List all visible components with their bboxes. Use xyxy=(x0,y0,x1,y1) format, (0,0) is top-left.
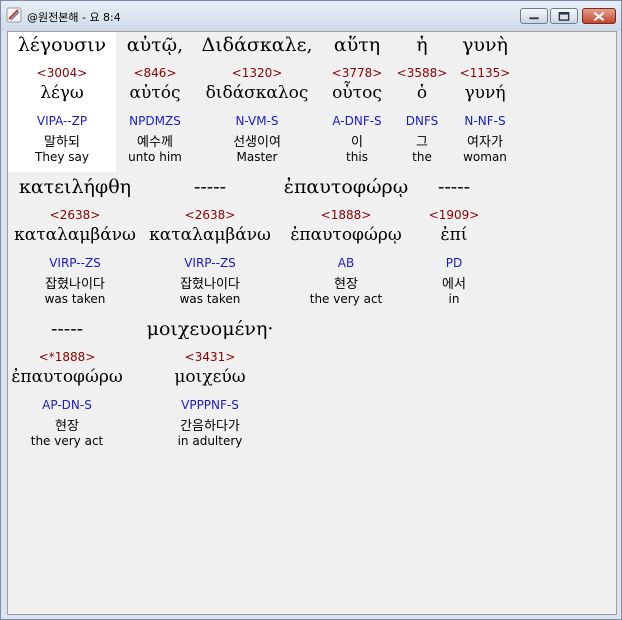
korean-gloss: 여자가 xyxy=(467,135,503,150)
word-block[interactable]: ἐπαυτοφώρῳ <1888> ἐπαυτοφώρῳ AB 현장 the v… xyxy=(278,174,414,314)
korean-gloss: 간음하다가 xyxy=(180,419,240,434)
greek-word: λέγουσιν xyxy=(17,34,107,56)
greek-word: Διδάσκαλε, xyxy=(201,34,313,56)
strongs-number: <3588> xyxy=(396,66,448,80)
strongs-number: <846> xyxy=(133,66,177,80)
lexical-form: γυνή xyxy=(464,83,506,103)
greek-word: ----- xyxy=(437,176,471,198)
strongs-number: <1888> xyxy=(320,208,372,222)
greek-word: μοιχευομένη· xyxy=(146,318,274,340)
word-block[interactable]: ----- <*1888> ἐπαυτοφώρω AP-DN-S 현장 the … xyxy=(8,316,126,456)
strongs-number: <1135> xyxy=(459,66,511,80)
korean-gloss: 현장 xyxy=(334,277,358,292)
strongs-number: <3004> xyxy=(36,66,88,80)
parsing-code: A-DNF-S xyxy=(332,114,382,128)
lexical-form: ἐπαυτοφώρω xyxy=(11,367,123,387)
word-block[interactable]: κατειλήφθη <2638> καταλαμβάνω VIRP--ZS 잡… xyxy=(8,174,142,314)
greek-word: κατειλήφθη xyxy=(18,176,132,198)
word-block[interactable]: ----- <1909> ἐπί PD 에서 in xyxy=(414,174,494,314)
greek-word: ἡ xyxy=(416,34,428,56)
word-block[interactable]: λέγουσιν <3004> λέγω VIPA--ZP 말하되 They s… xyxy=(8,32,116,172)
minimize-icon xyxy=(529,17,539,20)
english-gloss: Master xyxy=(236,150,278,164)
maximize-button[interactable] xyxy=(550,8,578,24)
parsing-code: VIRP--ZS xyxy=(184,256,236,270)
english-gloss: was taken xyxy=(44,292,106,306)
lexical-form: αὐτός xyxy=(129,83,181,103)
lexical-form: καταλαμβάνω xyxy=(14,225,136,245)
lexical-form: ὁ xyxy=(416,83,428,103)
lexical-form: καταλαμβάνω xyxy=(149,225,271,245)
parsing-code: VIRP--ZS xyxy=(49,256,101,270)
greek-word: αὕτη xyxy=(333,34,381,56)
korean-gloss: 그 xyxy=(416,135,428,150)
lexical-form: οὗτος xyxy=(332,83,382,103)
strongs-number: <1320> xyxy=(231,66,283,80)
english-gloss: woman xyxy=(463,150,507,164)
english-gloss: the very act xyxy=(30,434,104,448)
english-gloss: in adultery xyxy=(177,434,243,448)
parsing-code: VIPA--ZP xyxy=(36,114,88,128)
greek-word: αὐτῷ, xyxy=(126,34,184,56)
english-gloss: the very act xyxy=(309,292,383,306)
parsing-code: DNFS xyxy=(405,114,439,128)
app-window: @원전본해 - 요 8:4 λέγουσιν <3004> λέγω VIPA-… xyxy=(0,0,622,620)
parsing-code: VPPPNF-S xyxy=(181,398,239,412)
korean-gloss: 에서 xyxy=(442,277,466,292)
english-gloss: They say xyxy=(35,150,89,164)
parsing-code: AP-DN-S xyxy=(42,398,92,412)
parsing-code: NPDMZS xyxy=(129,114,181,128)
lexical-form: λέγω xyxy=(40,83,84,103)
strongs-number: <2638> xyxy=(184,208,236,222)
greek-word: ----- xyxy=(193,176,227,198)
strongs-number: <3431> xyxy=(184,350,236,364)
word-block[interactable]: μοιχευομένη· <3431> μοιχεύω VPPPNF-S 간음하… xyxy=(132,316,288,456)
interlinear-pane[interactable]: λέγουσιν <3004> λέγω VIPA--ZP 말하되 They s… xyxy=(7,31,617,615)
title-bar[interactable]: @원전본해 - 요 8:4 xyxy=(1,1,621,31)
english-gloss: the xyxy=(412,150,432,164)
korean-gloss: 선생이여 xyxy=(233,135,281,150)
strongs-number: <3778> xyxy=(331,66,383,80)
app-icon xyxy=(6,7,22,23)
lexical-form: διδάσκαλος xyxy=(205,83,309,103)
greek-word: ----- xyxy=(50,318,84,340)
maximize-icon xyxy=(558,12,570,21)
lexical-form: ἐπαυτοφώρῳ xyxy=(290,225,402,245)
word-block[interactable]: ἡ <3588> ὁ DNFS 그 the xyxy=(394,32,450,172)
korean-gloss: 잡혔나이다 xyxy=(45,277,105,292)
parsing-code: N-VM-S xyxy=(235,114,279,128)
greek-word: γυνὴ xyxy=(462,34,508,56)
minimize-button[interactable] xyxy=(520,8,548,24)
english-gloss: in xyxy=(448,292,460,306)
strongs-number: <2638> xyxy=(49,208,101,222)
korean-gloss: 잡혔나이다 xyxy=(180,277,240,292)
parsing-code: PD xyxy=(445,256,463,270)
word-block[interactable]: Διδάσκαλε, <1320> διδάσκαλος N-VM-S 선생이여… xyxy=(194,32,320,172)
strongs-number: <*1888> xyxy=(38,350,96,364)
english-gloss: was taken xyxy=(179,292,241,306)
parsing-code: AB xyxy=(337,256,355,270)
parsing-code: N-NF-S xyxy=(464,114,506,128)
lexical-form: ἐπί xyxy=(440,225,468,245)
korean-gloss: 이 xyxy=(351,135,363,150)
korean-gloss: 현장 xyxy=(55,419,79,434)
window-title: @원전본해 - 요 8:4 xyxy=(27,11,121,24)
korean-gloss: 말하되 xyxy=(44,135,80,150)
strongs-number: <1909> xyxy=(428,208,480,222)
word-block[interactable]: αὐτῷ, <846> αὐτός NPDMZS 예수께 unto him xyxy=(116,32,194,172)
close-icon xyxy=(593,11,605,22)
word-block[interactable]: ----- <2638> καταλαμβάνω VIRP--ZS 잡혔나이다 … xyxy=(142,174,278,314)
close-button[interactable] xyxy=(582,8,616,24)
english-gloss: unto him xyxy=(128,150,182,164)
word-block[interactable]: αὕτη <3778> οὗτος A-DNF-S 이 this xyxy=(320,32,394,172)
english-gloss: this xyxy=(346,150,368,164)
lexical-form: μοιχεύω xyxy=(174,367,246,387)
word-block[interactable]: γυνὴ <1135> γυνή N-NF-S 여자가 woman xyxy=(450,32,520,172)
korean-gloss: 예수께 xyxy=(137,135,173,150)
greek-word: ἐπαυτοφώρῳ xyxy=(283,176,409,198)
